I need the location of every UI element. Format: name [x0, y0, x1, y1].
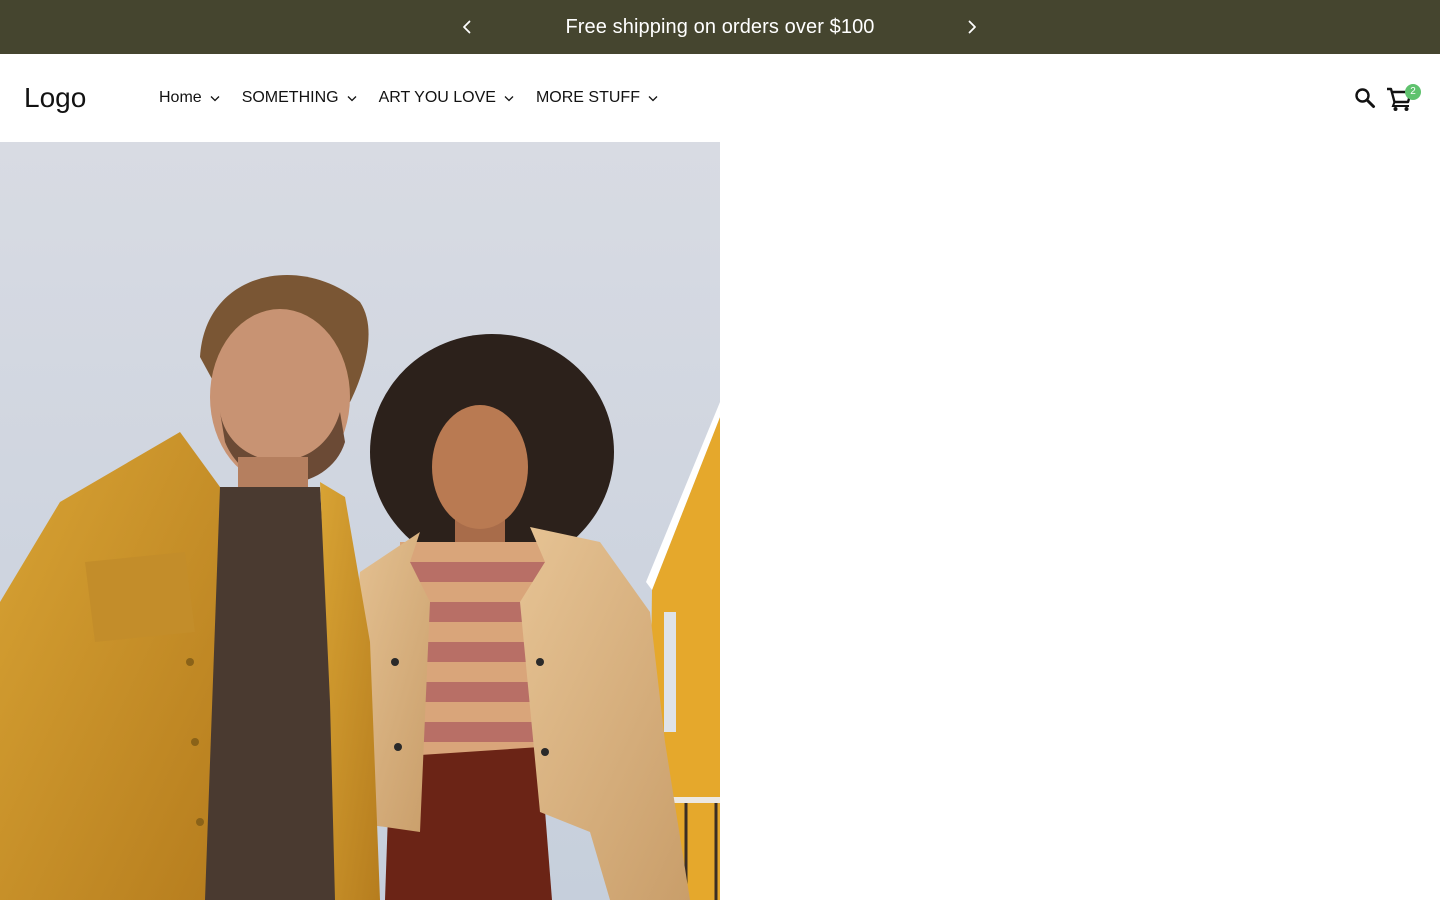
search-button[interactable]	[1352, 85, 1378, 111]
nav-item-home[interactable]: Home	[159, 87, 220, 109]
chevron-right-icon	[968, 20, 976, 34]
chevron-down-icon	[648, 94, 658, 102]
logo[interactable]: Logo	[24, 82, 86, 114]
announcement-bar: Free shipping on orders over $100	[0, 0, 1440, 54]
chevron-down-icon	[347, 94, 357, 102]
site-header: Logo Home SOMETHING ART YOU LOVE MORE ST…	[0, 54, 1440, 142]
nav-item-label: Home	[159, 89, 202, 106]
nav-item-label: ART YOU LOVE	[378, 89, 496, 106]
main-navigation: Home SOMETHING ART YOU LOVE MORE STUFF	[159, 87, 680, 109]
nav-item-something[interactable]: SOMETHING	[242, 87, 357, 109]
previous-announcement-button[interactable]	[455, 15, 479, 39]
next-announcement-button[interactable]	[960, 15, 984, 39]
chevron-left-icon	[463, 20, 471, 34]
nav-item-more-stuff[interactable]: MORE STUFF	[536, 87, 658, 109]
cart-count-badge: 2	[1405, 84, 1421, 100]
search-icon	[1355, 88, 1375, 108]
chevron-down-icon	[504, 94, 514, 102]
nav-item-label: SOMETHING	[241, 89, 339, 106]
chevron-down-icon	[210, 94, 220, 102]
nav-item-label: MORE STUFF	[535, 89, 640, 106]
nav-item-art-you-love[interactable]: ART YOU LOVE	[379, 87, 514, 109]
announcement-text: Free shipping on orders over $100	[565, 15, 875, 38]
hero-image	[0, 142, 720, 900]
